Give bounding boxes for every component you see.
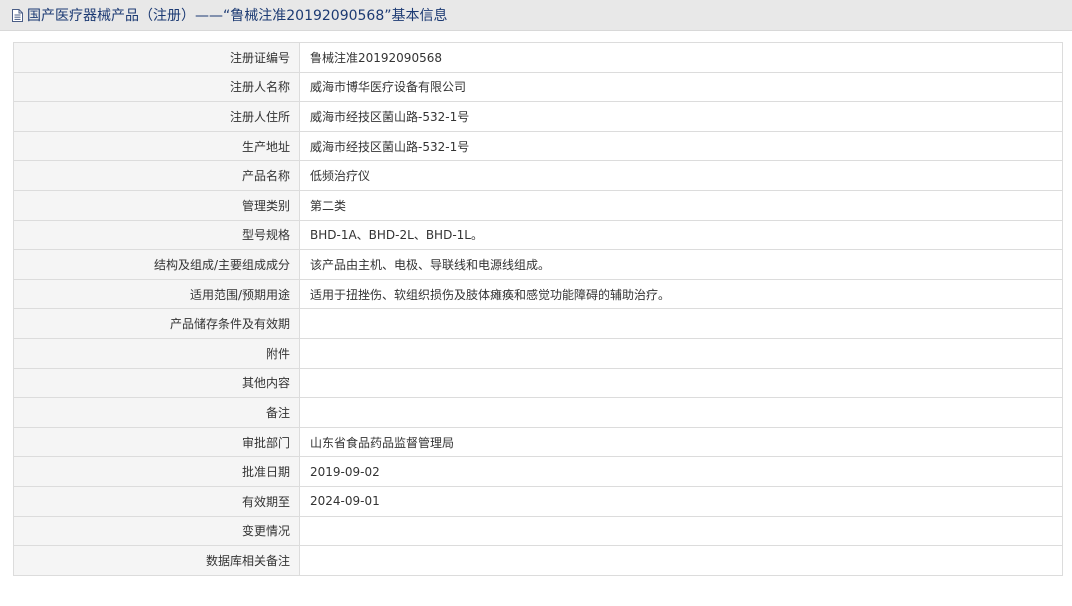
field-value: 该产品由主机、电极、导联线和电源线组成。: [299, 249, 1063, 280]
field-value: BHD-1A、BHD-2L、BHD-1L。: [299, 219, 1063, 251]
field-label: 生产地址: [13, 130, 300, 162]
table-row: 备注: [13, 397, 1063, 428]
table-row: 变更情况: [13, 515, 1063, 547]
table-row: 有效期至 2024-09-01: [13, 485, 1063, 517]
table-row: 注册人名称 威海市博华医疗设备有限公司: [13, 71, 1063, 103]
table-row: 注册人住所 威海市经技区菌山路-532-1号: [13, 101, 1063, 132]
field-value: [299, 367, 1063, 399]
field-label: 适用范围/预期用途: [13, 278, 300, 310]
detail-table: 注册证编号 鲁械注准20192090568 注册人名称 威海市博华医疗设备有限公司 注册…: [13, 42, 1063, 576]
table-row: 型号规格 BHD-1A、BHD-2L、BHD-1L。: [13, 219, 1063, 251]
field-value: 2019-09-02: [299, 456, 1063, 487]
field-value: [299, 545, 1063, 576]
table-row: 管理类别 第二类: [13, 189, 1063, 221]
field-label: 其他内容: [13, 367, 300, 399]
field-label: 变更情况: [13, 515, 300, 547]
field-value: 山东省食品药品监督管理局: [299, 426, 1063, 458]
table-row: 附件: [13, 337, 1063, 369]
field-value: [299, 308, 1063, 339]
field-label: 审批部门: [13, 426, 300, 458]
field-label: 注册证编号: [13, 42, 300, 73]
table-row: 产品名称 低频治疗仪: [13, 160, 1063, 191]
field-label: 注册人名称: [13, 71, 300, 103]
field-value: 低频治疗仪: [299, 160, 1063, 191]
field-label: 批准日期: [13, 456, 300, 487]
field-value: 鲁械注准20192090568: [299, 42, 1063, 73]
table-row: 数据库相关备注: [13, 545, 1063, 576]
detail-table-body: 注册证编号 鲁械注准20192090568 注册人名称 威海市博华医疗设备有限公司 注册…: [13, 42, 1063, 576]
field-value: 威海市经技区菌山路-532-1号: [299, 130, 1063, 162]
page-header: 国产医疗器械产品（注册）——“鲁械注准20192090568”基本信息: [0, 0, 1072, 31]
field-label: 产品名称: [13, 160, 300, 191]
field-label: 附件: [13, 337, 300, 369]
field-value: 适用于扭挫伤、软组织损伤及肢体瘫痪和感觉功能障碍的辅助治疗。: [299, 278, 1063, 310]
table-row: 适用范围/预期用途 适用于扭挫伤、软组织损伤及肢体瘫痪和感觉功能障碍的辅助治疗。: [13, 278, 1063, 310]
field-value: [299, 397, 1063, 428]
field-value: 2024-09-01: [299, 485, 1063, 517]
field-value: 威海市博华医疗设备有限公司: [299, 71, 1063, 103]
field-label: 型号规格: [13, 219, 300, 251]
table-row: 生产地址 威海市经技区菌山路-532-1号: [13, 130, 1063, 162]
page-title: 国产医疗器械产品（注册）——“鲁械注准20192090568”基本信息: [27, 8, 448, 24]
field-label: 管理类别: [13, 189, 300, 221]
field-value: 威海市经技区菌山路-532-1号: [299, 101, 1063, 132]
field-label: 产品储存条件及有效期: [13, 308, 300, 339]
table-row: 注册证编号 鲁械注准20192090568: [13, 42, 1063, 73]
table-row: 审批部门 山东省食品药品监督管理局: [13, 426, 1063, 458]
field-label: 备注: [13, 397, 300, 428]
field-label: 数据库相关备注: [13, 545, 300, 576]
field-label: 注册人住所: [13, 101, 300, 132]
field-value: [299, 337, 1063, 369]
field-value: 第二类: [299, 189, 1063, 221]
field-label: 结构及组成/主要组成成分: [13, 249, 300, 280]
table-row: 产品储存条件及有效期: [13, 308, 1063, 339]
field-value: [299, 515, 1063, 547]
table-row: 其他内容: [13, 367, 1063, 399]
table-row: 批准日期 2019-09-02: [13, 456, 1063, 487]
document-icon: [11, 8, 24, 23]
field-label: 有效期至: [13, 485, 300, 517]
table-row: 结构及组成/主要组成成分 该产品由主机、电极、导联线和电源线组成。: [13, 249, 1063, 280]
